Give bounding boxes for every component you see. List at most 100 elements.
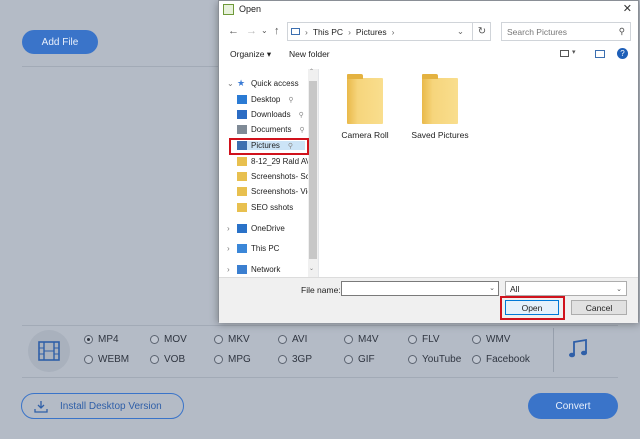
document-icon (237, 125, 247, 134)
format-option-vob[interactable]: VOB (150, 354, 185, 365)
preview-pane-icon[interactable] (595, 50, 605, 58)
format-option-mov[interactable]: MOV (150, 334, 187, 345)
chevron-down-icon[interactable]: ⌄ (227, 79, 234, 88)
sidebar-item-label: OneDrive (251, 224, 285, 233)
radio-button[interactable] (150, 335, 159, 344)
sidebar-item-network[interactable]: › Network (227, 265, 280, 274)
scroll-up-icon[interactable]: ⌃ (309, 68, 314, 75)
format-option-webm[interactable]: WEBM (84, 354, 129, 365)
up-arrow-icon[interactable]: ↑ (274, 25, 280, 37)
forward-arrow-icon[interactable]: → (246, 25, 257, 37)
sidebar-item-screenshots-scr[interactable]: Screenshots- Scr (237, 172, 312, 181)
view-options-icon[interactable] (560, 50, 569, 57)
radio-button[interactable] (150, 355, 159, 364)
add-file-button[interactable]: Add File (22, 30, 98, 54)
format-option-3gp[interactable]: 3GP (278, 354, 312, 365)
sidebar-item-screenshots-vic[interactable]: Screenshots- Vic (237, 187, 311, 196)
file-name-label: File name: (301, 285, 341, 295)
radio-button[interactable] (84, 335, 93, 344)
format-option-wmv[interactable]: WMV (472, 334, 510, 345)
chevron-down-icon[interactable]: ⌄ (489, 284, 495, 292)
radio-button[interactable] (344, 355, 353, 364)
radio-button[interactable] (214, 355, 223, 364)
folder-saved-pictures[interactable]: Saved Pictures (410, 74, 470, 140)
scroll-down-icon[interactable]: ⌄ (309, 265, 314, 272)
back-arrow-icon[interactable]: ← (228, 25, 239, 37)
format-option-m4v[interactable]: M4V (344, 334, 379, 345)
star-icon: ★ (237, 78, 246, 88)
format-option-mkv[interactable]: MKV (214, 334, 250, 345)
format-option-flv[interactable]: FLV (408, 334, 440, 345)
folder-label: Saved Pictures (411, 130, 469, 140)
pin-icon: ⚲ (299, 126, 305, 134)
breadcrumb-this-pc[interactable]: This PC (313, 27, 343, 37)
folder-icon (237, 203, 247, 212)
file-type-value: All (510, 283, 520, 294)
chevron-right-icon[interactable]: › (227, 265, 233, 274)
format-option-youtube[interactable]: YouTube (408, 354, 461, 365)
sidebar-item-onedrive[interactable]: › OneDrive (227, 224, 285, 233)
new-folder-button[interactable]: New folder (289, 49, 330, 59)
folder-icon (237, 172, 247, 181)
radio-button[interactable] (344, 335, 353, 344)
sidebar-item-quick-access[interactable]: ⌄ ★ Quick access (227, 78, 299, 89)
file-type-select[interactable]: All ⌄ (505, 281, 627, 296)
audio-format-tab[interactable] (567, 338, 589, 362)
close-icon[interactable]: ✕ (623, 2, 632, 15)
sidebar-item-8-12-29-rald-avi[interactable]: 8-12_29 Rald AVI (237, 157, 313, 166)
address-bar[interactable]: › This PC › Pictures › ⌄ (287, 22, 491, 41)
sidebar-item-seo-sshots[interactable]: SEO sshots (237, 203, 293, 212)
format-label: M4V (358, 334, 379, 345)
radio-button[interactable] (472, 355, 481, 364)
radio-button[interactable] (472, 335, 481, 344)
sidebar-scroll-thumb[interactable] (309, 81, 317, 259)
sidebar-item-label: Screenshots- Vic (251, 187, 312, 196)
video-format-tab[interactable] (28, 330, 70, 372)
sidebar-item-label: 8-12_29 Rald AVI (251, 157, 314, 166)
sidebar-item-downloads[interactable]: Downloads ⚲ (237, 110, 304, 119)
radio-button[interactable] (408, 335, 417, 344)
install-label: Install Desktop Version (60, 400, 162, 412)
radio-button[interactable] (278, 355, 287, 364)
divider (553, 328, 554, 372)
format-option-mpg[interactable]: MPG (214, 354, 251, 365)
install-desktop-button[interactable]: Install Desktop Version (21, 393, 184, 419)
organize-button[interactable]: Organize ▾ (230, 49, 271, 60)
folder-camera-roll[interactable]: Camera Roll (335, 74, 395, 140)
help-icon[interactable]: ? (617, 48, 628, 59)
format-label: AVI (292, 334, 308, 345)
convert-button[interactable]: Convert (528, 393, 618, 419)
format-option-gif[interactable]: GIF (344, 354, 375, 365)
format-option-mp4[interactable]: MP4 (84, 334, 119, 345)
network-icon (237, 265, 247, 274)
format-label: 3GP (292, 354, 313, 365)
sidebar-item-desktop[interactable]: Desktop ⚲ (237, 95, 294, 104)
chevron-down-icon: ⌄ (616, 285, 622, 293)
chevron-down-icon[interactable]: ⌄ (457, 26, 464, 37)
pin-icon: ⚲ (298, 111, 304, 119)
file-name-field[interactable]: ⌄ (341, 281, 499, 296)
sidebar-item-documents[interactable]: Documents ⚲ (237, 125, 305, 134)
search-input[interactable]: Search Pictures ⚲ (501, 22, 631, 41)
chevron-right-icon[interactable]: › (227, 244, 233, 253)
chevron-right-icon: › (305, 26, 308, 37)
refresh-icon[interactable]: ↻ (472, 22, 491, 41)
chevron-down-icon[interactable]: ▾ (572, 48, 576, 56)
sidebar-item-this-pc[interactable]: › This PC (227, 244, 279, 253)
format-label: GIF (358, 354, 375, 365)
format-option-facebook[interactable]: Facebook (472, 354, 530, 365)
format-label: FLV (422, 334, 440, 345)
radio-button[interactable] (278, 335, 287, 344)
radio-button[interactable] (408, 355, 417, 364)
format-option-avi[interactable]: AVI (278, 334, 307, 345)
cancel-button[interactable]: Cancel (571, 300, 627, 315)
format-bar: MP4 MOV MKV AVI M4V FLV WMV WEBM VOB MPG 3GP GIF You… (22, 326, 618, 376)
radio-button[interactable] (84, 355, 93, 364)
breadcrumb-pictures[interactable]: Pictures (356, 27, 387, 37)
app-icon (223, 3, 234, 15)
chevron-right-icon[interactable]: › (227, 224, 233, 233)
cloud-icon (237, 224, 247, 233)
search-icon: ⚲ (618, 26, 625, 36)
chevron-down-icon[interactable]: ⌄ (261, 26, 268, 35)
radio-button[interactable] (214, 335, 223, 344)
